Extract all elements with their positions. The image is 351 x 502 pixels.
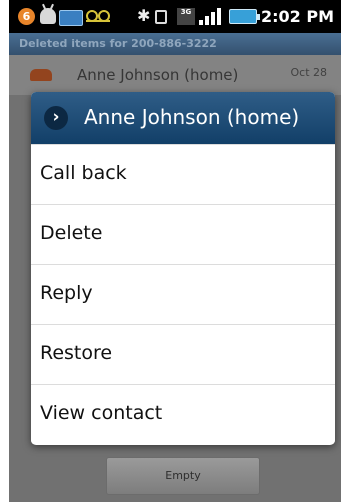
bluetooth-icon: ✱ [137,6,151,25]
menu-item-view-contact[interactable]: View contact [31,384,335,444]
notification-badge[interactable]: 6 [18,8,35,25]
menu-item-label: Delete [40,222,103,244]
menu-item-label: Reply [40,282,93,304]
menu-item-reply[interactable]: Reply [31,264,335,324]
voicemail-icon [86,10,110,22]
menu-item-label: Restore [40,342,113,364]
dialog-title: Anne Johnson (home) [84,105,300,129]
android-icon [40,8,56,24]
signal-icon [199,7,225,25]
title-bar: Deleted items for 200-886-3222 [9,33,341,55]
status-clock: 2:02 PM [260,7,334,26]
status-bar: 6 ✱ 3G 2:02 PM [9,0,341,33]
menu-item-delete[interactable]: Delete [31,204,335,264]
menu-item-label: View contact [40,402,163,424]
context-menu-dialog: › Anne Johnson (home) Call back Delete R… [31,92,335,445]
storage-icon [59,10,83,26]
phone-screen: 6 ✱ 3G 2:02 PM Deleted items for 200-886… [9,0,341,502]
menu-item-call-back[interactable]: Call back [31,144,335,204]
vibrate-icon [155,10,167,24]
3g-icon: 3G [177,8,195,25]
menu-item-label: Call back [40,162,127,184]
page-title: Deleted items for 200-886-3222 [19,37,217,50]
empty-button[interactable]: Empty [106,457,260,495]
menu-item-restore[interactable]: Restore [31,324,335,384]
battery-icon [229,9,260,24]
chevron-right-icon: › [44,106,68,130]
dialog-header: › Anne Johnson (home) [31,92,335,144]
